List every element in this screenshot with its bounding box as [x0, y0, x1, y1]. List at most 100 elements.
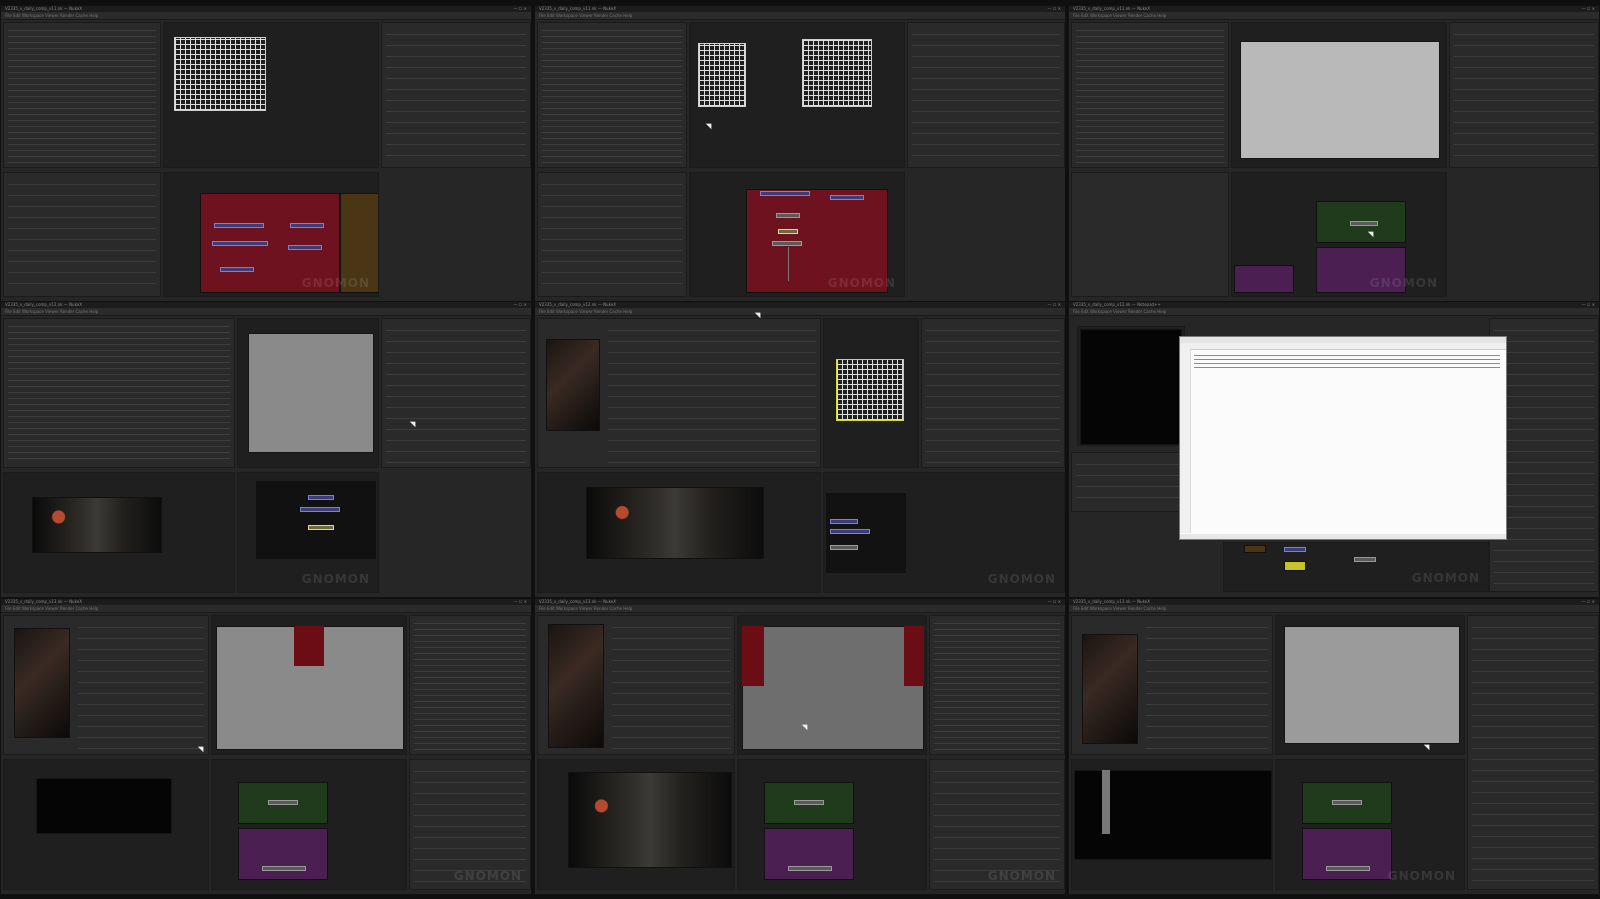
read-list-panel[interactable] [1071, 615, 1273, 755]
node-list-panel[interactable] [537, 172, 687, 297]
node[interactable] [776, 213, 800, 218]
menu-items[interactable]: File Edit Workspace Viewer Render Cache … [1073, 308, 1166, 315]
properties-panel[interactable] [1467, 615, 1599, 890]
scene-graph-panel[interactable] [1071, 22, 1229, 168]
viewer-2[interactable] [1071, 759, 1273, 890]
backdrop-purple[interactable] [1302, 828, 1392, 880]
node[interactable] [830, 529, 870, 534]
properties-panel[interactable] [381, 22, 531, 168]
node-graph[interactable]: GNOMON [237, 472, 379, 593]
properties-panel[interactable] [381, 318, 531, 468]
menu-items[interactable]: File Edit Workspace Viewer Render Cache … [539, 605, 632, 612]
node[interactable] [760, 191, 810, 196]
scene-graph-panel[interactable] [3, 22, 161, 168]
node[interactable] [830, 519, 858, 524]
node-graph[interactable]: GNOMON [1231, 172, 1447, 297]
node[interactable] [1244, 545, 1266, 553]
code-lines[interactable] [1194, 353, 1500, 369]
menu-items[interactable]: File Edit Workspace Viewer Render Cache … [539, 308, 632, 315]
viewer-2[interactable] [3, 472, 235, 593]
menu-bar[interactable]: File Edit Workspace Viewer Render Cache … [1069, 12, 1599, 20]
properties-panel[interactable] [921, 318, 1065, 468]
menu-items[interactable]: File Edit Workspace Viewer Render Cache … [1073, 12, 1166, 19]
viewer-3d[interactable] [823, 318, 919, 468]
viewer[interactable] [1231, 22, 1447, 168]
node[interactable] [1332, 800, 1362, 805]
node[interactable] [830, 195, 864, 200]
node[interactable] [1284, 561, 1306, 571]
node-graph[interactable]: GNOMON [1275, 759, 1465, 890]
viewer-2[interactable] [537, 472, 821, 593]
node[interactable] [214, 223, 264, 228]
menu-items[interactable]: File Edit Workspace Viewer Render Cache … [1073, 605, 1166, 612]
node[interactable] [288, 245, 322, 250]
mouse-cursor [197, 743, 207, 753]
bottom-left-panel[interactable] [1071, 172, 1229, 297]
viewer-2[interactable] [3, 759, 209, 890]
node-graph[interactable]: GNOMON [823, 472, 1065, 593]
node[interactable] [1284, 547, 1306, 552]
scene-graph-panel[interactable] [3, 318, 235, 468]
node[interactable] [268, 800, 298, 805]
menu-bar[interactable]: File Edit Workspace Viewer Render Cache … [1, 12, 531, 20]
menu-bar[interactable]: File Edit Workspace Viewer Render Cache … [535, 605, 1065, 613]
menu-bar[interactable]: File Edit Workspace Viewer Render Cache … [535, 308, 1065, 316]
node[interactable] [308, 495, 334, 500]
properties-panel[interactable] [1449, 22, 1599, 168]
viewer[interactable] [237, 318, 379, 468]
node[interactable] [794, 800, 824, 805]
node[interactable] [1350, 221, 1378, 226]
menu-bar[interactable]: File Edit Workspace Viewer Render Cache … [535, 12, 1065, 20]
viewer-3d[interactable] [689, 22, 905, 168]
viewer-3d[interactable] [1275, 615, 1465, 755]
menu-items[interactable]: File Edit Workspace Viewer Render Cache … [5, 12, 98, 19]
node-graph[interactable] [737, 759, 927, 890]
node[interactable] [788, 866, 832, 871]
menu-bar[interactable]: File Edit Workspace Viewer Render Cache … [1, 308, 531, 316]
node[interactable] [830, 545, 858, 550]
menu-items[interactable]: File Edit Workspace Viewer Render Cache … [5, 605, 98, 612]
node-graph[interactable]: GNOMON [689, 172, 905, 297]
node[interactable] [300, 507, 340, 512]
notepad-toolbar[interactable] [1180, 343, 1506, 350]
notepad-window[interactable] [1179, 336, 1507, 540]
viewer[interactable] [1077, 326, 1185, 446]
node-graph[interactable]: GNOMON [163, 172, 379, 297]
node-selected[interactable] [308, 525, 334, 530]
node-selected[interactable] [778, 229, 798, 234]
menu-bar[interactable]: File Edit Workspace Viewer Render Cache … [1, 605, 531, 613]
node[interactable] [262, 866, 306, 871]
menu-items[interactable]: File Edit Workspace Viewer Render Cache … [539, 12, 632, 19]
node[interactable] [1354, 557, 1376, 562]
cell-4: V2335_v_daily_comp_v12.nk — NukeX — ☐ ✕ F… [0, 301, 532, 598]
backdrop-purple[interactable] [238, 828, 328, 880]
viewer-3d[interactable] [163, 22, 379, 168]
node-list-panel[interactable] [3, 172, 161, 297]
viewer-3d[interactable] [737, 615, 927, 755]
node-graph[interactable] [211, 759, 407, 890]
viewer-3d[interactable] [211, 615, 407, 755]
properties-panel[interactable] [929, 615, 1065, 755]
backdrop-purple[interactable] [764, 828, 854, 880]
node-graph[interactable]: GNOMON [1223, 542, 1489, 592]
viewer-2[interactable] [537, 759, 735, 890]
light-column [1102, 770, 1110, 834]
properties-panel[interactable] [409, 615, 531, 755]
node[interactable] [220, 267, 254, 272]
properties-panel-2[interactable]: GNOMON [409, 759, 531, 890]
read-list-panel[interactable] [537, 615, 735, 755]
properties-panel[interactable] [907, 22, 1065, 168]
backdrop[interactable] [256, 481, 376, 559]
node[interactable] [212, 241, 268, 246]
read-list-panel[interactable] [3, 615, 209, 755]
properties-panel-2[interactable]: GNOMON [929, 759, 1065, 890]
node[interactable] [290, 223, 324, 228]
node[interactable] [772, 241, 802, 246]
menu-bar[interactable]: File Edit Workspace Viewer Render Cache … [1069, 605, 1599, 613]
menu-items[interactable]: File Edit Workspace Viewer Render Cache … [5, 308, 98, 315]
menu-bar[interactable]: File Edit Workspace Viewer Render Cache … [1069, 308, 1599, 316]
backdrop-purple[interactable] [1234, 265, 1294, 293]
node[interactable] [1326, 866, 1370, 871]
file-list-panel[interactable] [537, 22, 687, 168]
read-list-panel[interactable] [537, 318, 821, 468]
